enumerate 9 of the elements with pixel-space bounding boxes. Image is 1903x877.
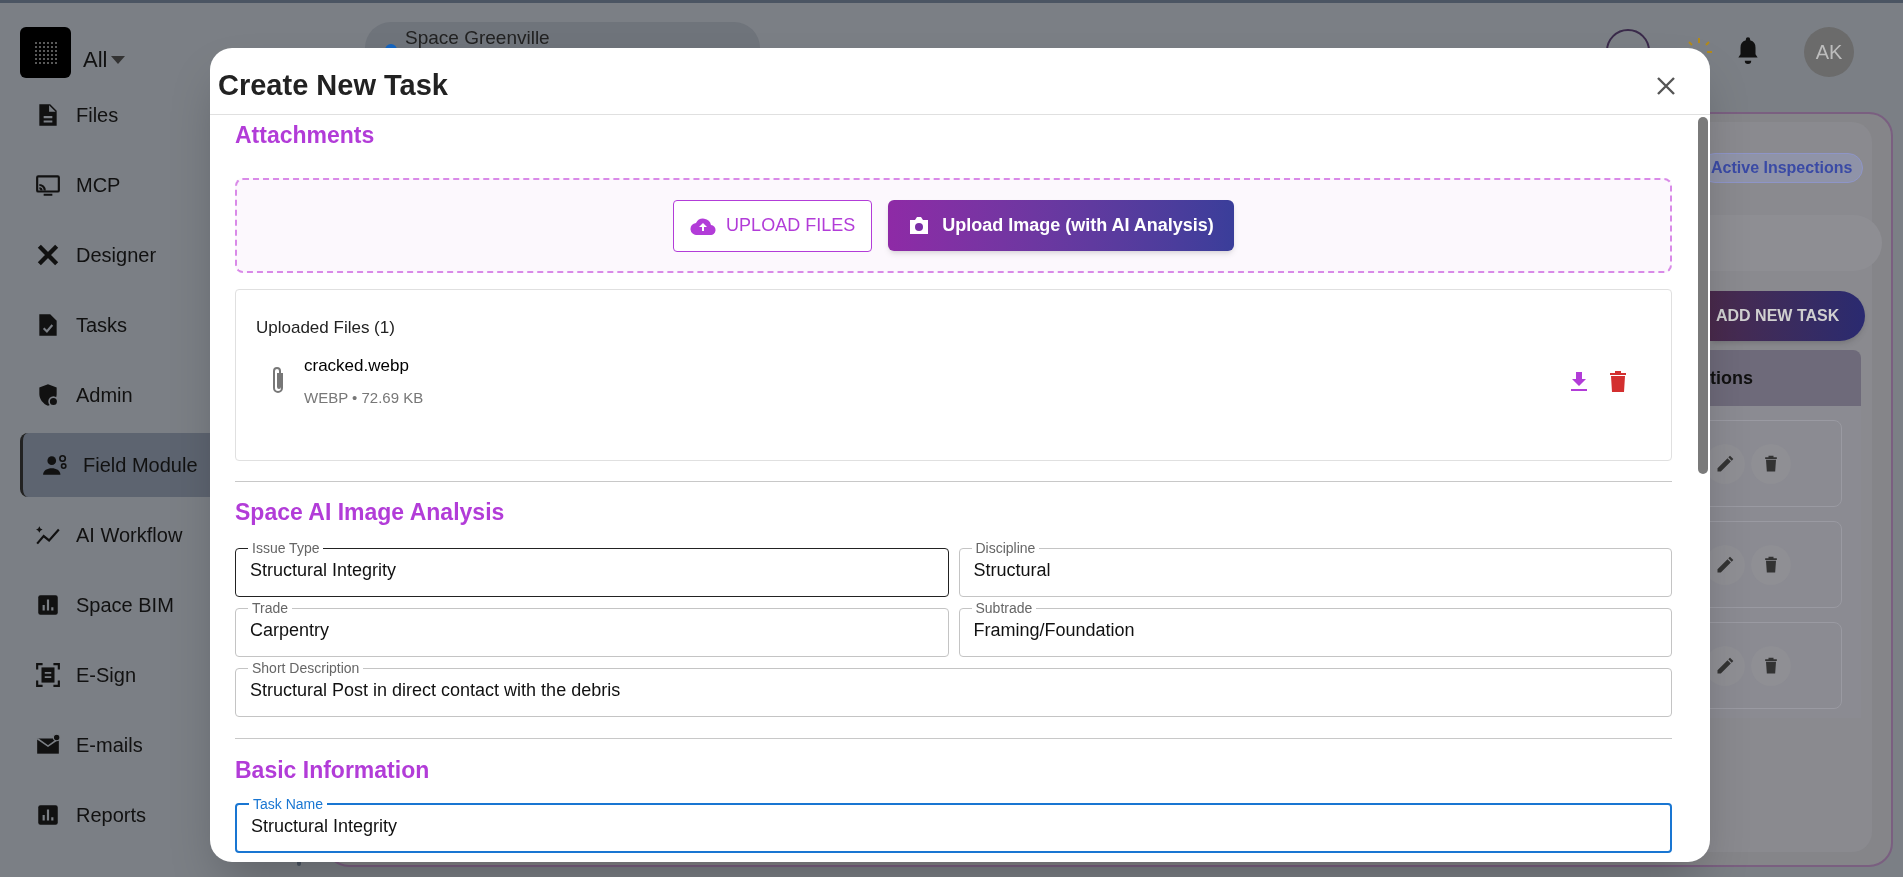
column-header: tions xyxy=(1710,366,1753,390)
uploaded-files-title: Uploaded Files (1) xyxy=(256,317,396,339)
dialog-title: Create New Task xyxy=(218,68,448,104)
section-heading: Attachments xyxy=(235,121,376,149)
file-name: cracked.webp xyxy=(304,354,410,377)
project-name: Space Greenville xyxy=(405,28,550,47)
section-heading: Basic Information xyxy=(235,756,431,784)
section-heading: Space AI Image Analysis xyxy=(235,498,506,526)
file-meta: WEBP • 72.69 KB xyxy=(304,388,425,408)
